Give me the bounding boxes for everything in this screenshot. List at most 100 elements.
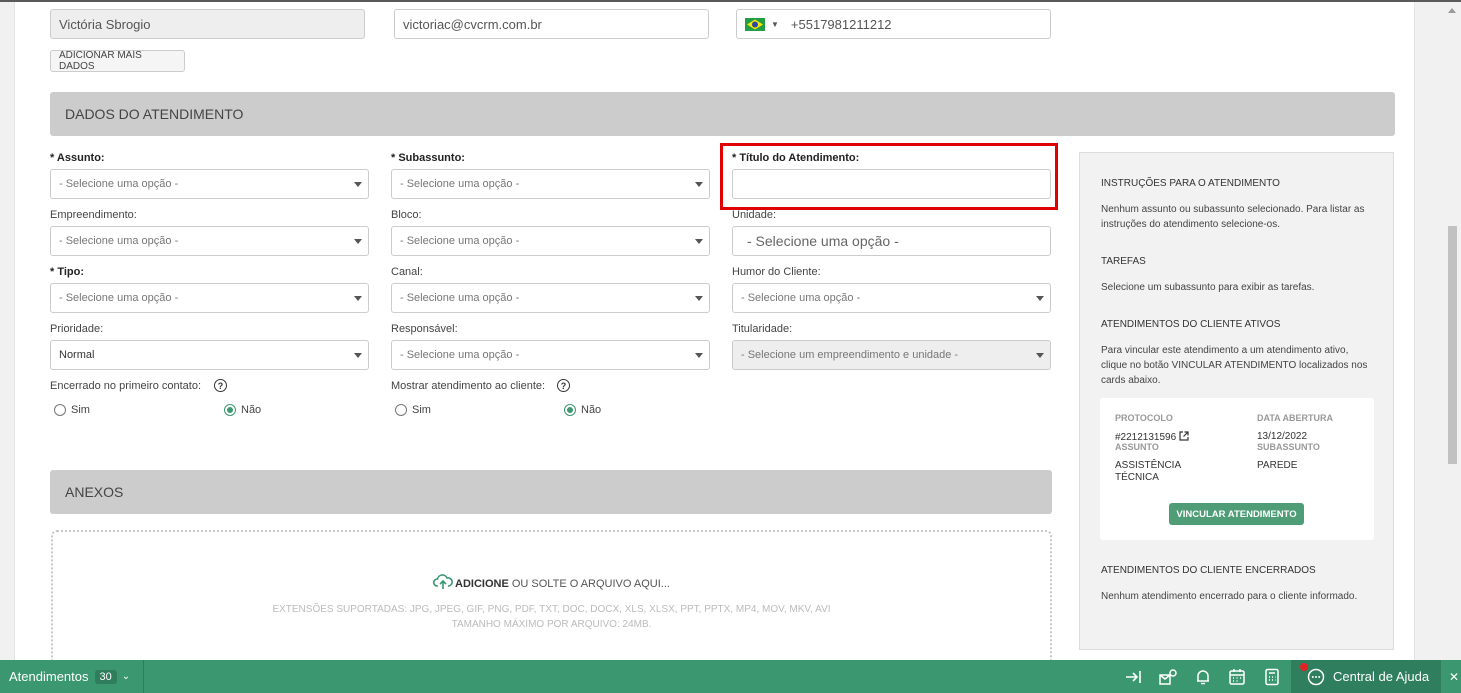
radio-circle xyxy=(395,404,407,416)
subassunto-value: - Selecione uma opção - xyxy=(400,178,520,190)
brazil-flag-icon[interactable] xyxy=(745,17,765,31)
calculator-icon[interactable] xyxy=(1263,668,1281,686)
tipo-value: - Selecione uma opção - xyxy=(59,292,179,304)
tipo-label: * Tipo: xyxy=(50,266,85,278)
assunto-value: - Selecione uma opção - xyxy=(59,178,179,190)
bell-icon[interactable] xyxy=(1194,668,1212,686)
close-icon[interactable]: ✕ xyxy=(1449,670,1459,684)
upload-extensions: EXTENSÕES SUPORTADAS: JPG, JPEG, GIF, PN… xyxy=(272,604,831,615)
upload-add-link[interactable]: ADICIONE xyxy=(455,578,509,590)
help-icon[interactable]: ? xyxy=(557,379,570,392)
notification-dot xyxy=(1300,663,1308,671)
titularidade-label: Titularidade: xyxy=(732,323,793,335)
assunto-select[interactable]: - Selecione uma opção - xyxy=(50,169,369,199)
encerrado-label: Encerrado no primeiro contato: xyxy=(50,380,202,392)
atendimentos-label: Atendimentos xyxy=(9,669,89,684)
caret-icon xyxy=(695,353,703,358)
caret-icon xyxy=(695,182,703,187)
canal-value: - Selecione uma opção - xyxy=(400,292,520,304)
central-ajuda-label: Central de Ajuda xyxy=(1333,669,1430,684)
calendar-icon[interactable] xyxy=(1228,668,1246,686)
help-icon[interactable]: ? xyxy=(214,379,227,392)
section-dados-title: DADOS DO ATENDIMENTO xyxy=(65,106,244,122)
mailbox-icon[interactable] xyxy=(1158,668,1177,686)
atendimento-card: PROTOCOLO #2212131596 DATA ABERTURA 13/1… xyxy=(1100,398,1374,540)
empreendimento-label: Empreendimento: xyxy=(50,209,137,221)
email-field[interactable]: victoriac@cvcrm.com.br xyxy=(394,9,709,39)
chevron-down-icon[interactable]: ▼ xyxy=(771,20,779,29)
external-link-icon[interactable] xyxy=(1179,431,1189,445)
atendimentos-count-badge: 30 xyxy=(94,669,117,684)
radio-circle xyxy=(224,404,236,416)
radio-label: Sim xyxy=(71,404,90,416)
caret-icon xyxy=(354,239,362,244)
unidade-select[interactable]: - Selecione uma opção - xyxy=(732,226,1051,256)
phone-value: +5517981211212 xyxy=(790,16,892,32)
caret-icon xyxy=(1036,353,1044,358)
upload-rest-text: OU SOLTE O ARQUIVO AQUI... xyxy=(508,578,670,590)
canal-select[interactable]: - Selecione uma opção - xyxy=(391,283,710,313)
encerrados-title: ATENDIMENTOS DO CLIENTE ENCERRADOS xyxy=(1101,565,1316,576)
atendimentos-menu[interactable]: Atendimentos 30 ⌄ xyxy=(9,660,130,693)
unidade-label: Unidade: xyxy=(732,209,777,221)
tarefas-text: Selecione um subassunto para exibir as t… xyxy=(1101,282,1315,293)
bloco-label: Bloco: xyxy=(391,209,422,221)
encerrados-text: Nenhum atendimento encerrado para o clie… xyxy=(1101,591,1358,602)
upload-max-size: TAMANHO MÁXIMO POR ARQUIVO: 24MB. xyxy=(451,619,652,630)
side-panel: INSTRUÇÕES PARA O ATENDIMENTO Nenhum ass… xyxy=(1079,152,1394,650)
mostrar-nao-radio[interactable]: Não xyxy=(564,404,601,416)
ativos-text: Para vincular este atendimento a um aten… xyxy=(1101,345,1368,386)
subassunto-select[interactable]: - Selecione uma opção - xyxy=(391,169,710,199)
prioridade-value: Normal xyxy=(59,349,95,361)
caret-icon xyxy=(1036,296,1044,301)
empreendimento-value: - Selecione uma opção - xyxy=(59,235,179,247)
data-abertura-header: DATA ABERTURA xyxy=(1257,413,1333,423)
vincular-atendimento-button[interactable]: VINCULAR ATENDIMENTO xyxy=(1169,503,1304,525)
assunto-header: ASSUNTO xyxy=(1115,442,1159,452)
prioridade-select[interactable]: Normal xyxy=(50,340,369,370)
bloco-value: - Selecione uma opção - xyxy=(400,235,520,247)
radio-label: Não xyxy=(241,404,262,416)
add-more-data-button[interactable]: ADICIONAR MAIS DADOS xyxy=(50,50,185,72)
protocolo-header: PROTOCOLO xyxy=(1115,413,1173,423)
chat-bubble-icon xyxy=(1307,668,1325,686)
instr-text: Nenhum assunto ou subassunto selecionado… xyxy=(1101,204,1365,230)
bloco-select[interactable]: - Selecione uma opção - xyxy=(391,226,710,256)
instr-title: INSTRUÇÕES PARA O ATENDIMENTO xyxy=(1101,178,1280,189)
radio-circle xyxy=(564,404,576,416)
humor-select[interactable]: - Selecione uma opção - xyxy=(732,283,1051,313)
encerrado-nao-radio[interactable]: Não xyxy=(224,404,261,416)
name-field[interactable]: Victória Sbrogio xyxy=(50,9,365,39)
assunto-label: * Assunto: xyxy=(50,152,105,164)
section-anexos-title: ANEXOS xyxy=(65,484,124,500)
divider xyxy=(143,660,144,693)
scroll-up-arrow-icon[interactable] xyxy=(1448,8,1456,13)
radio-label: Sim xyxy=(412,404,431,416)
name-value: Victória Sbrogio xyxy=(59,16,151,32)
titularidade-value: - Selecione um empreendimento e unidade … xyxy=(741,349,959,361)
mostrar-label: Mostrar atendimento ao cliente: xyxy=(391,380,546,392)
email-value: victoriac@cvcrm.com.br xyxy=(403,16,542,32)
responsavel-label: Responsável: xyxy=(391,323,458,335)
assunto-value: ASSISTÊNCIA TÉCNICA xyxy=(1115,460,1181,483)
upload-instruction: ADICIONE OU SOLTE O ARQUIVO AQUI... xyxy=(53,574,1050,593)
responsavel-value: - Selecione uma opção - xyxy=(400,349,520,361)
humor-label: Humor do Cliente: xyxy=(732,266,821,278)
scrollbar-thumb[interactable] xyxy=(1448,226,1457,464)
arrow-to-right-icon[interactable] xyxy=(1124,668,1142,686)
scrollbar[interactable] xyxy=(1444,2,1461,660)
humor-value: - Selecione uma opção - xyxy=(741,292,861,304)
radio-label: Não xyxy=(581,404,602,416)
highlight-box xyxy=(720,143,1058,210)
tipo-select[interactable]: - Selecione uma opção - xyxy=(50,283,369,313)
upload-dropzone[interactable]: ADICIONE OU SOLTE O ARQUIVO AQUI... EXTE… xyxy=(51,530,1052,662)
empreendimento-select[interactable]: - Selecione uma opção - xyxy=(50,226,369,256)
bottom-bar: Atendimentos 30 ⌄ Central de Ajuda ✕ xyxy=(0,660,1461,693)
central-ajuda-button[interactable]: Central de Ajuda xyxy=(1291,660,1441,693)
unidade-value: - Selecione uma opção - xyxy=(747,233,899,249)
phone-field[interactable]: ▼ +5517981211212 xyxy=(736,9,1051,39)
mostrar-sim-radio[interactable]: Sim xyxy=(395,404,431,416)
encerrado-sim-radio[interactable]: Sim xyxy=(54,404,90,416)
canal-label: Canal: xyxy=(391,266,423,278)
responsavel-select[interactable]: - Selecione uma opção - xyxy=(391,340,710,370)
